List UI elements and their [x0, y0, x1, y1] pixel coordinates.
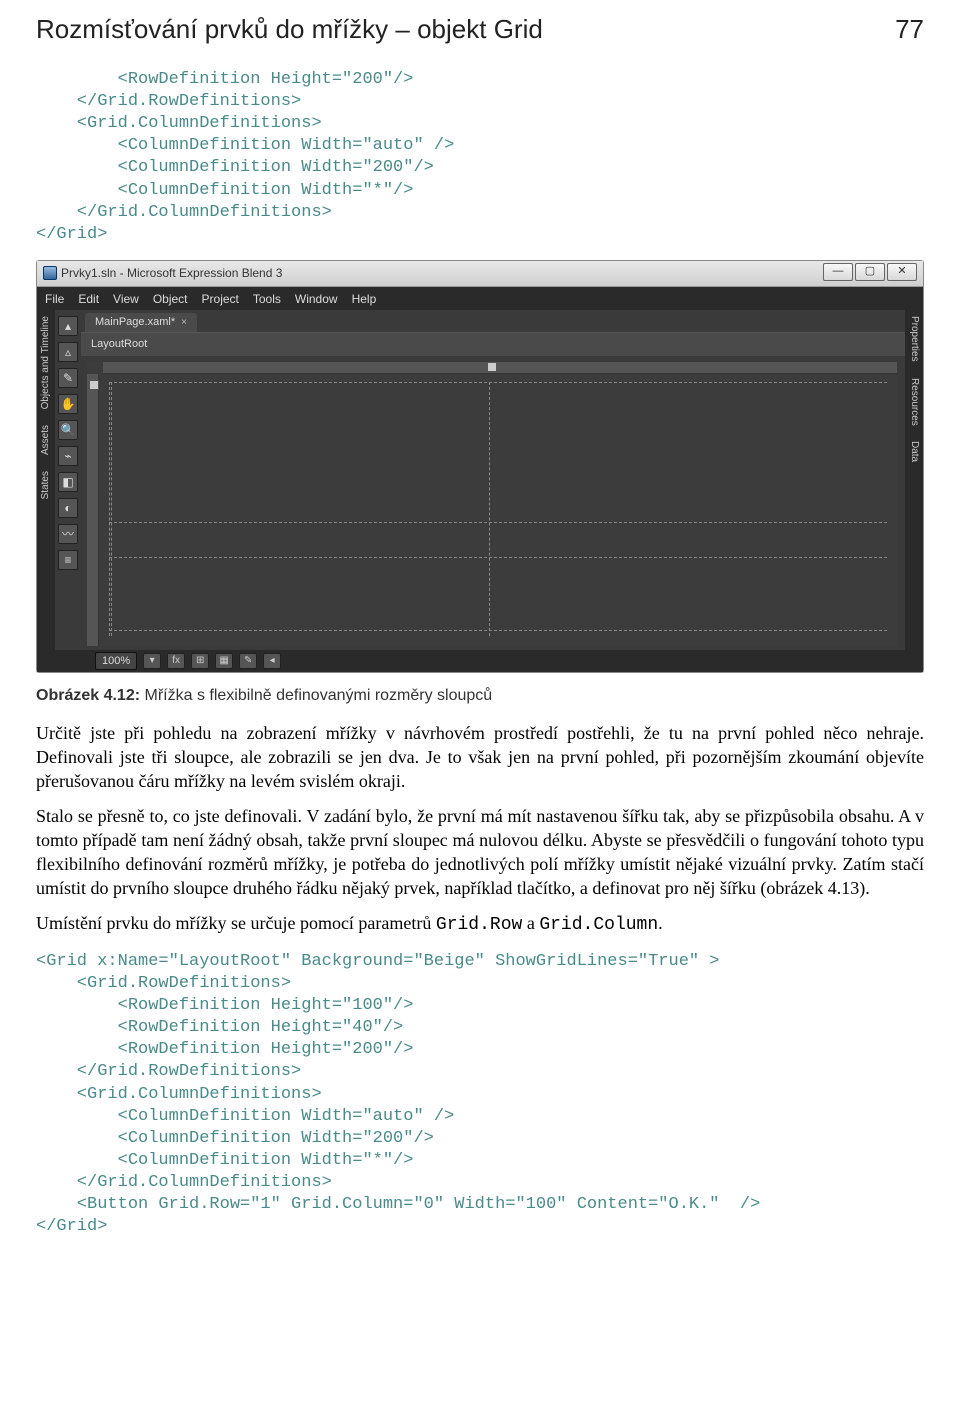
grid-line-h-1 — [109, 522, 887, 523]
figure-caption: Obrázek 4.12: Mřížka s flexibilně defino… — [36, 685, 924, 707]
selection-tool[interactable]: ▴ — [58, 316, 78, 336]
menu-file[interactable]: File — [45, 291, 64, 307]
blend-window-title: Prvky1.sln - Microsoft Expression Blend … — [61, 265, 282, 281]
inline-code-gridrow: Grid.Row — [436, 915, 522, 935]
right-panel-tabs: Properties Resources Data — [905, 310, 923, 650]
pan-tool[interactable]: ✋ — [58, 394, 78, 414]
para3-text-c: . — [658, 913, 663, 933]
running-header-title: Rozmísťování prvků do mřížky – objekt Gr… — [36, 12, 543, 47]
snap-icon[interactable]: ▦ — [215, 653, 233, 669]
code-block-1: <RowDefinition Height="200"/> </Grid.Row… — [36, 69, 924, 246]
grid-guides — [109, 382, 887, 636]
tab-data[interactable]: Data — [907, 439, 921, 464]
para3-text-b: a — [522, 913, 539, 933]
ruler-vertical — [87, 374, 99, 646]
menu-object[interactable]: Object — [153, 291, 188, 307]
ruler-horizontal — [103, 362, 897, 374]
menu-edit[interactable]: Edit — [78, 291, 99, 307]
annotate-icon[interactable]: ✎ — [239, 653, 257, 669]
menu-help[interactable]: Help — [352, 291, 377, 307]
zoom-level[interactable]: 100% — [95, 652, 137, 671]
grid-line-h-0 — [109, 382, 887, 383]
document-tab[interactable]: MainPage.xaml* × — [85, 313, 197, 332]
blend-statusbar: 100% ▾ fx ⊞ ▦ ✎ ◂ — [37, 650, 923, 672]
zoom-dropdown-icon[interactable]: ▾ — [143, 653, 161, 669]
effects-icon[interactable]: fx — [167, 653, 185, 669]
inline-code-gridcolumn: Grid.Column — [539, 915, 658, 935]
grid-line-v-1 — [489, 382, 490, 636]
blend-titlebar: Prvky1.sln - Microsoft Expression Blend … — [37, 261, 923, 287]
direct-select-tool[interactable]: ▵ — [58, 342, 78, 362]
grid-icon[interactable]: ⊞ — [191, 653, 209, 669]
gradient-tool[interactable]: ◐ — [58, 498, 78, 518]
column-marker[interactable] — [487, 362, 497, 372]
blend-window: Prvky1.sln - Microsoft Expression Blend … — [36, 260, 924, 673]
figure-caption-number: Obrázek 4.12: — [36, 687, 140, 704]
breadcrumb-item: LayoutRoot — [91, 338, 147, 350]
prev-icon[interactable]: ◂ — [263, 653, 281, 669]
figure-caption-text: Mřížka s flexibilně definovanými rozměry… — [140, 687, 492, 704]
close-button[interactable]: ✕ — [887, 263, 917, 281]
menu-window[interactable]: Window — [295, 291, 338, 307]
pen-tool[interactable]: ✎ — [58, 368, 78, 388]
row-marker[interactable] — [89, 380, 99, 390]
eyedropper-tool[interactable]: ⌁ — [58, 446, 78, 466]
maximize-button[interactable]: ▢ — [855, 263, 885, 281]
breadcrumb[interactable]: LayoutRoot — [81, 332, 905, 356]
blend-menubar: File Edit View Object Project Tools Wind… — [37, 287, 923, 310]
grid-line-h-2 — [109, 557, 887, 558]
body-para-3: Umístění prvku do mřížky se určuje pomoc… — [36, 911, 924, 937]
tab-states[interactable]: States — [39, 469, 53, 501]
left-panel-tabs: Objects and Timeline Assets States — [37, 310, 55, 650]
menu-view[interactable]: View — [113, 291, 139, 307]
tab-resources[interactable]: Resources — [907, 376, 921, 428]
grid-line-v-0 — [109, 382, 110, 636]
brush-tool[interactable]: 〰 — [58, 524, 78, 544]
zoom-tool[interactable]: 🔍 — [58, 420, 78, 440]
menu-tools[interactable]: Tools — [253, 291, 281, 307]
asset-tool[interactable]: ≡ — [58, 550, 78, 570]
close-tab-icon[interactable]: × — [181, 316, 187, 330]
grid-line-h-3 — [109, 630, 887, 631]
code-block-2: <Grid x:Name="LayoutRoot" Background="Be… — [36, 951, 924, 1238]
tab-assets[interactable]: Assets — [39, 423, 53, 457]
document-tab-label: MainPage.xaml* — [95, 315, 175, 330]
grid-line-v-auto — [111, 382, 112, 636]
body-para-2: Stalo se přesně to, co jste definovali. … — [36, 804, 924, 901]
para3-text-a: Umístění prvku do mřížky se určuje pomoc… — [36, 913, 436, 933]
tab-properties[interactable]: Properties — [907, 314, 921, 364]
blend-app-icon — [43, 266, 57, 280]
menu-project[interactable]: Project — [202, 291, 239, 307]
design-surface[interactable] — [87, 362, 897, 646]
tool-palette: ▴ ▵ ✎ ✋ 🔍 ⌁ ◧ ◐ 〰 ≡ — [55, 310, 81, 650]
body-para-1: Určitě jste při pohledu na zobrazení mří… — [36, 721, 924, 794]
tab-objects-timeline[interactable]: Objects and Timeline — [39, 314, 53, 411]
page-number: 77 — [895, 12, 924, 47]
minimize-button[interactable]: — — [823, 263, 853, 281]
paint-bucket-tool[interactable]: ◧ — [58, 472, 78, 492]
